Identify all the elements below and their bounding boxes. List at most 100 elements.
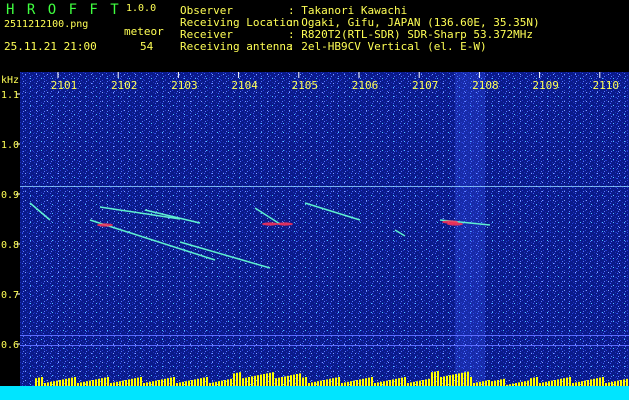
x-tick-label: 2106	[352, 79, 379, 92]
activity-bar	[209, 383, 211, 386]
activity-bar	[443, 376, 445, 386]
activity-bar	[569, 377, 571, 386]
activity-bar	[488, 380, 490, 386]
activity-bar	[365, 378, 367, 386]
echo-head	[447, 222, 463, 226]
activity-bar	[77, 383, 79, 386]
activity-bar	[611, 381, 613, 386]
activity-bar	[125, 380, 127, 386]
x-tick-label: 2103	[171, 79, 198, 92]
meteor-label: meteor	[124, 25, 164, 38]
activity-bar	[512, 383, 514, 386]
activity-bar	[143, 383, 145, 386]
activity-bar	[227, 379, 229, 386]
activity-bar	[557, 379, 559, 386]
activity-bar	[353, 380, 355, 386]
activity-bar	[239, 372, 241, 386]
activity-bar	[164, 378, 166, 386]
interference-band	[455, 72, 485, 400]
activity-bar	[467, 371, 469, 386]
activity-bar	[449, 375, 451, 386]
app-version: 1.0.0	[126, 3, 157, 14]
activity-bar	[83, 381, 85, 386]
activity-bar	[536, 377, 538, 386]
activity-bar	[479, 381, 481, 386]
activity-bar	[224, 380, 226, 386]
activity-bar	[476, 382, 478, 386]
activity-bar	[497, 380, 499, 386]
activity-bar	[113, 382, 115, 386]
activity-bar	[425, 379, 427, 386]
activity-bar	[182, 381, 184, 386]
activity-bar	[296, 374, 298, 386]
activity-bar	[137, 377, 139, 386]
activity-bar	[326, 379, 328, 386]
activity-bar	[194, 379, 196, 386]
activity-bar	[59, 380, 61, 386]
activity-bar	[167, 378, 169, 386]
activity-bar	[566, 377, 568, 386]
noise-floor-band	[0, 386, 629, 400]
activity-bar	[473, 383, 475, 386]
activity-bar	[317, 381, 319, 386]
activity-bar	[578, 381, 580, 386]
activity-bar	[263, 374, 265, 386]
activity-bar	[74, 377, 76, 386]
activity-bar	[419, 380, 421, 386]
activity-bar	[134, 378, 136, 386]
activity-bar	[500, 379, 502, 386]
activity-bar	[116, 381, 118, 386]
activity-bar	[602, 377, 604, 386]
activity-bar	[587, 380, 589, 386]
y-tick-label: 0.8	[1, 240, 19, 251]
activity-bar	[329, 378, 331, 386]
activity-bar	[350, 381, 352, 386]
activity-bar	[458, 373, 460, 386]
activity-bar	[305, 377, 307, 386]
activity-bar	[254, 375, 256, 386]
activity-bar	[212, 382, 214, 386]
x-tick-label: 2109	[532, 79, 559, 92]
activity-bar	[260, 374, 262, 386]
activity-bar	[71, 377, 73, 386]
activity-bar	[320, 380, 322, 386]
activity-bar	[503, 378, 505, 386]
activity-bar	[482, 381, 484, 386]
y-tick-label: 0.7	[1, 290, 19, 301]
activity-bar	[230, 378, 232, 386]
activity-bar	[152, 381, 154, 386]
activity-bar	[266, 373, 268, 386]
activity-bar	[455, 374, 457, 386]
noise-speckle	[20, 72, 629, 400]
y-tick-label: 0.6	[1, 340, 19, 351]
activity-bar	[572, 383, 574, 386]
activity-bar	[251, 376, 253, 386]
activity-bar	[362, 378, 364, 386]
activity-bar	[395, 378, 397, 386]
activity-bar	[461, 372, 463, 386]
activity-bar	[62, 379, 64, 386]
activity-bar	[416, 381, 418, 386]
x-tick-label: 2107	[412, 79, 439, 92]
activity-bar	[101, 378, 103, 386]
y-tick-label: 0.9	[1, 190, 19, 201]
activity-bar	[302, 377, 304, 386]
activity-bar	[107, 377, 109, 386]
x-tick-label: 2102	[111, 79, 138, 92]
activity-bar	[140, 377, 142, 386]
activity-bar	[155, 380, 157, 386]
y-axis-label: kHz	[1, 75, 19, 86]
activity-bar	[287, 375, 289, 386]
activity-bar	[401, 377, 403, 386]
activity-bar	[620, 380, 622, 386]
activity-bar	[407, 383, 409, 386]
activity-bar	[128, 379, 130, 386]
activity-bar	[170, 377, 172, 386]
activity-bar	[332, 378, 334, 386]
activity-bar	[248, 377, 250, 386]
activity-bar	[68, 378, 70, 386]
activity-bar	[200, 378, 202, 386]
activity-bar	[149, 381, 151, 386]
activity-bar	[521, 381, 523, 386]
activity-bar	[272, 372, 274, 386]
